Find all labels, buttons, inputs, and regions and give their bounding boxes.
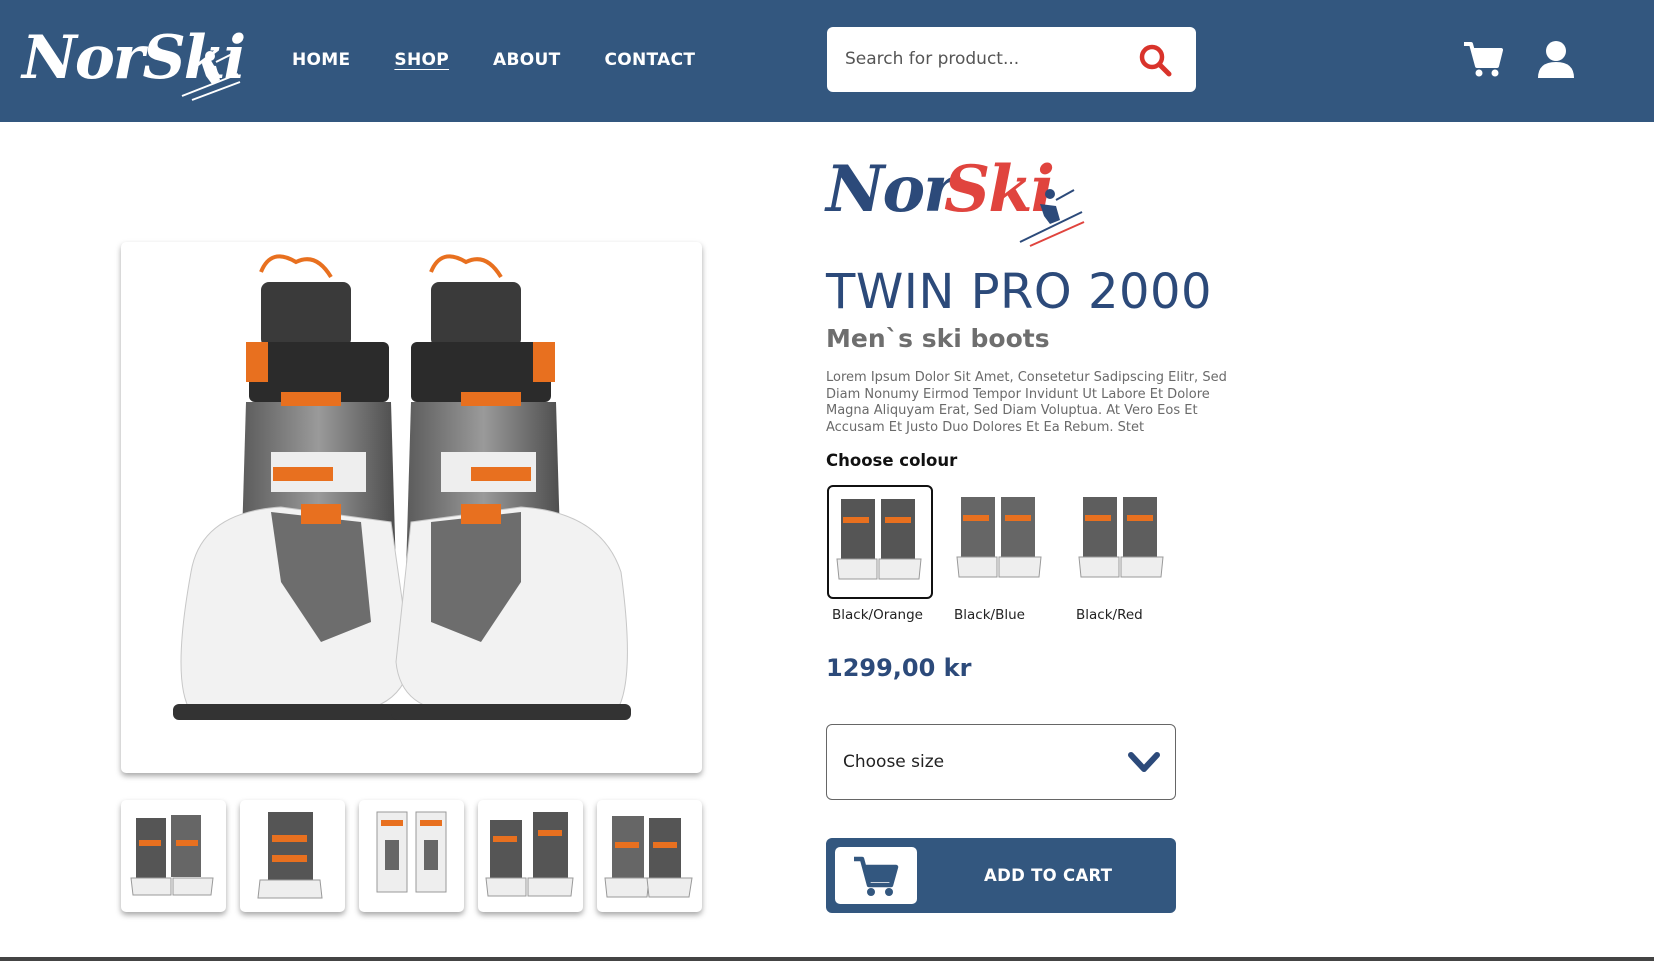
- site-logo[interactable]: NorSki: [22, 18, 246, 108]
- product-subtitle: Men`s ski boots: [826, 324, 1050, 353]
- product-main-image: [121, 242, 702, 773]
- brand-logo-nor: Nor: [826, 152, 957, 227]
- thumbnail-3[interactable]: [359, 800, 464, 912]
- site-header: NorSki HOME SHOP ABOUT CONTACT: [0, 0, 1654, 122]
- colour-label-black-blue: Black/Blue: [954, 607, 1025, 623]
- skier-icon: [1019, 189, 1085, 247]
- colour-option-black-red[interactable]: [1071, 485, 1177, 599]
- search-icon[interactable]: [1138, 43, 1172, 77]
- colour-label-black-orange: Black/Orange: [832, 607, 923, 623]
- size-select-label: Choose size: [843, 752, 945, 772]
- chevron-down-icon: [1128, 752, 1160, 772]
- add-to-cart-label: ADD TO CART: [984, 866, 1113, 885]
- ski-boots-image: [173, 254, 631, 720]
- nav-shop[interactable]: SHOP: [394, 50, 449, 70]
- product-price: 1299,00 kr: [826, 654, 972, 682]
- choose-colour-label: Choose colour: [826, 451, 958, 470]
- product-description: Lorem Ipsum Dolor Sit Amet, Consetetur S…: [826, 370, 1227, 435]
- thumbnail-5[interactable]: [597, 800, 702, 912]
- cart-icon: [854, 856, 899, 896]
- search-box: [827, 27, 1196, 92]
- size-select[interactable]: Choose size: [826, 724, 1176, 800]
- product-title: TWIN PRO 2000: [826, 264, 1213, 320]
- search-input[interactable]: [845, 41, 1135, 77]
- thumbnail-4[interactable]: [478, 800, 583, 912]
- bottom-divider: [0, 957, 1654, 961]
- thumbnail-1[interactable]: [121, 800, 226, 912]
- nav-contact[interactable]: CONTACT: [604, 50, 695, 70]
- colour-label-black-red: Black/Red: [1076, 607, 1143, 623]
- skier-icon: [181, 51, 241, 101]
- user-icon[interactable]: [1536, 40, 1576, 78]
- nav-home[interactable]: HOME: [292, 50, 350, 70]
- colour-option-black-blue[interactable]: [949, 485, 1055, 599]
- brand-logo: Nor Ski: [826, 150, 1086, 250]
- cart-icon[interactable]: [1463, 40, 1503, 78]
- nav-about[interactable]: ABOUT: [493, 50, 560, 70]
- thumbnail-gallery: [121, 800, 702, 912]
- thumbnail-2[interactable]: [240, 800, 345, 912]
- add-to-cart-icon-box: [835, 847, 917, 904]
- main-nav: HOME SHOP ABOUT CONTACT: [292, 50, 739, 70]
- add-to-cart-button[interactable]: ADD TO CART: [826, 838, 1176, 913]
- colour-option-black-orange[interactable]: [827, 485, 933, 599]
